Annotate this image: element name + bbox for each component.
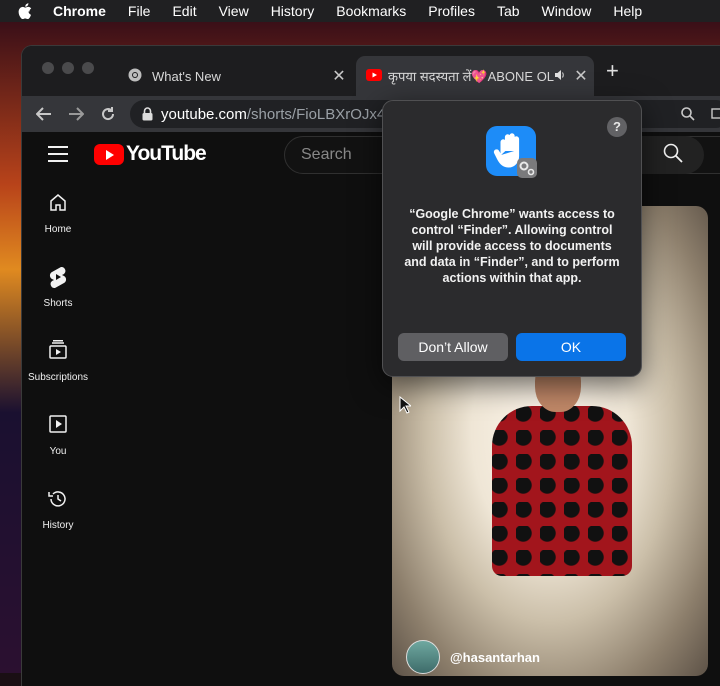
sidebar-item-label: Shorts bbox=[43, 298, 73, 309]
privacy-hand-icon bbox=[485, 125, 539, 179]
back-arrow-icon[interactable] bbox=[34, 104, 54, 124]
dont-allow-button[interactable]: Don’t Allow bbox=[398, 333, 508, 361]
menu-help[interactable]: Help bbox=[613, 3, 642, 19]
sidebar-item-you[interactable]: You bbox=[22, 414, 94, 457]
hamburger-menu-icon[interactable] bbox=[48, 146, 68, 162]
sidebar-item-label: Home bbox=[44, 224, 72, 235]
search-placeholder: Search bbox=[301, 146, 352, 163]
menu-history[interactable]: History bbox=[271, 3, 315, 19]
subscriptions-icon bbox=[22, 340, 94, 364]
you-icon bbox=[22, 414, 94, 438]
dialog-message: “Google Chrome” wants access to control … bbox=[404, 207, 620, 285]
channel-avatar[interactable] bbox=[406, 640, 440, 674]
lock-icon[interactable] bbox=[142, 107, 153, 121]
youtube-icon bbox=[366, 68, 382, 84]
sidebar-item-shorts[interactable]: Shorts bbox=[22, 266, 94, 309]
shorts-icon bbox=[22, 266, 94, 290]
minimize-window-button[interactable] bbox=[62, 62, 74, 74]
automation-permission-dialog: ? “Google Chrome” wants access to contro… bbox=[382, 100, 642, 377]
cast-icon[interactable] bbox=[708, 104, 720, 124]
video-frame-person bbox=[492, 406, 632, 576]
speaker-icon[interactable] bbox=[554, 69, 566, 84]
sidebar-item-home[interactable]: Home bbox=[22, 192, 94, 235]
forward-arrow-icon[interactable] bbox=[66, 104, 86, 124]
youtube-play-icon bbox=[94, 143, 124, 165]
menu-bookmarks[interactable]: Bookmarks bbox=[336, 3, 406, 19]
reload-icon[interactable] bbox=[98, 104, 118, 124]
url-path: /shorts/FioLBXrOJx4 bbox=[246, 105, 386, 123]
menu-edit[interactable]: Edit bbox=[172, 3, 196, 19]
tab-whats-new[interactable]: What's New ✕ bbox=[116, 56, 352, 96]
tab-strip: What's New ✕ कृपया सदस्यता लें💖ABONE OL … bbox=[22, 46, 720, 96]
sidebar-item-subscriptions[interactable]: Subscriptions bbox=[22, 340, 94, 383]
tab-close-icon[interactable]: ✕ bbox=[568, 66, 594, 86]
menu-window[interactable]: Window bbox=[542, 3, 592, 19]
search-button[interactable] bbox=[642, 136, 704, 174]
close-window-button[interactable] bbox=[42, 62, 54, 74]
menu-bar: Chrome File Edit View History Bookmarks … bbox=[0, 0, 720, 22]
new-tab-plus-icon[interactable]: + bbox=[606, 60, 619, 82]
zoom-icon[interactable] bbox=[678, 104, 698, 124]
history-icon bbox=[22, 488, 94, 512]
zoom-window-button[interactable] bbox=[82, 62, 94, 74]
menu-chrome[interactable]: Chrome bbox=[53, 3, 106, 19]
youtube-logo[interactable]: YouTube bbox=[94, 142, 207, 166]
chrome-icon bbox=[128, 68, 142, 85]
ok-button[interactable]: OK bbox=[516, 333, 626, 361]
sidebar-item-history[interactable]: History bbox=[22, 488, 94, 531]
search-icon bbox=[663, 143, 683, 168]
menu-profiles[interactable]: Profiles bbox=[428, 3, 475, 19]
youtube-wordmark: YouTube bbox=[126, 142, 207, 165]
tab-close-icon[interactable]: ✕ bbox=[326, 66, 352, 86]
channel-info[interactable]: @hasantarhan bbox=[406, 640, 540, 674]
menu-file[interactable]: File bbox=[128, 3, 151, 19]
menu-view[interactable]: View bbox=[219, 3, 249, 19]
url-host: youtube.com bbox=[161, 105, 247, 123]
tab-title: What's New bbox=[152, 68, 221, 84]
sidebar-item-label: History bbox=[42, 520, 74, 531]
menu-tab[interactable]: Tab bbox=[497, 3, 520, 19]
tab-title: कृपया सदस्यता लें💖ABONE OL bbox=[388, 69, 554, 84]
help-button[interactable]: ? bbox=[607, 117, 627, 137]
channel-handle[interactable]: @hasantarhan bbox=[450, 650, 540, 665]
sidebar-item-label: Subscriptions bbox=[27, 372, 89, 383]
sidebar-item-label: You bbox=[49, 446, 67, 457]
home-icon bbox=[22, 192, 94, 216]
tab-youtube-short[interactable]: कृपया सदस्यता लें💖ABONE OL ✕ bbox=[356, 56, 594, 96]
mouse-cursor-icon bbox=[399, 395, 413, 414]
apple-icon[interactable] bbox=[18, 3, 33, 19]
